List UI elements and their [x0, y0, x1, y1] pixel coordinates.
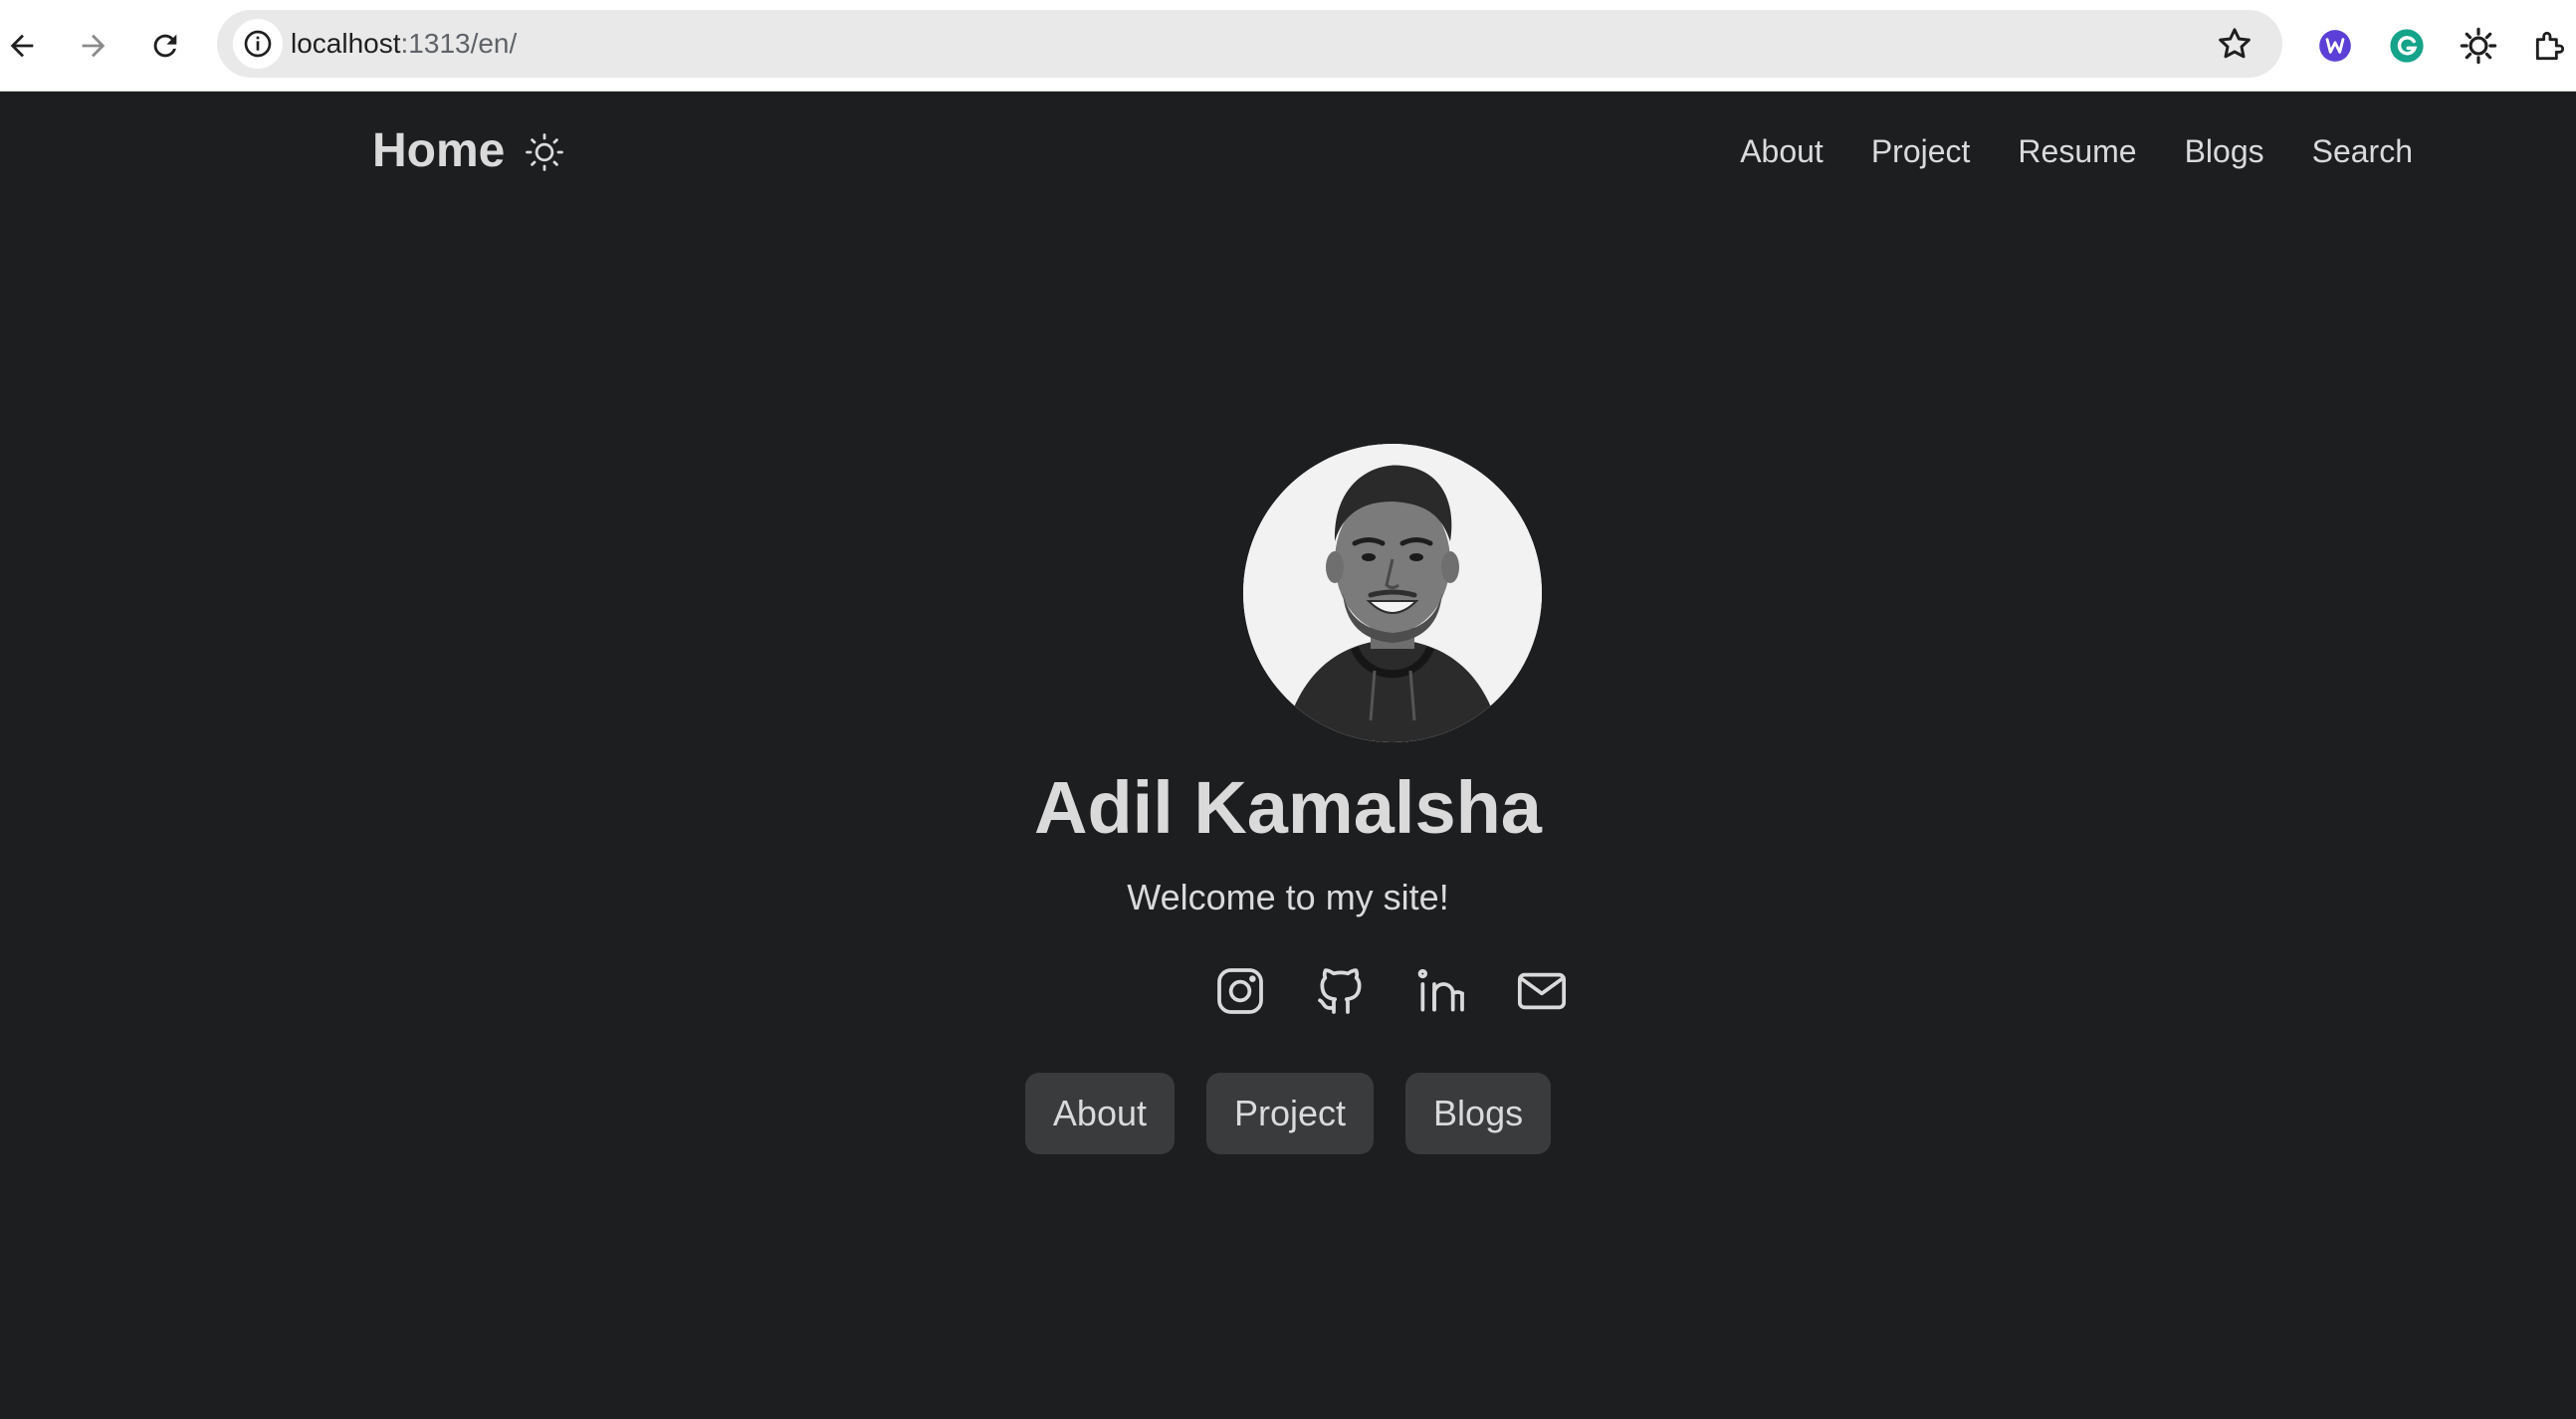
main-menu: About Project Resume Blogs Search	[1692, 121, 2413, 181]
grammarly-icon	[2390, 29, 2424, 63]
menu-item-resume[interactable]: Resume	[2018, 121, 2136, 181]
menu-item-project[interactable]: Project	[1871, 121, 1971, 181]
url-path: :1313/en/	[400, 28, 518, 59]
site-info-icon	[244, 30, 272, 58]
back-arrow-icon	[10, 34, 34, 58]
email-link[interactable]	[1510, 959, 1574, 1023]
project-button[interactable]: Project	[1205, 1073, 1375, 1154]
sun-icon	[526, 133, 563, 171]
about-button[interactable]: About	[1024, 1073, 1175, 1154]
extension-w-button[interactable]	[2311, 22, 2359, 70]
puzzle-icon	[2535, 31, 2565, 61]
extension-w-icon	[2319, 30, 2351, 62]
avatar	[1243, 444, 1542, 742]
site-header: Home About Project Resume Blogs Search	[0, 92, 2576, 215]
home-logo-link[interactable]: Home	[372, 119, 505, 183]
browser-toolbar: localhost:1313/en/	[0, 0, 2576, 92]
menu-item-about[interactable]: About	[1740, 121, 1824, 181]
reload-icon	[153, 34, 177, 58]
bookmark-star-icon	[2219, 28, 2251, 59]
url-text[interactable]: localhost:1313/en/	[291, 10, 517, 78]
email-icon	[1517, 972, 1567, 1010]
url-host: localhost	[291, 28, 401, 59]
profile-buttons: About Project Blogs	[0, 1073, 2576, 1154]
blogs-button[interactable]: Blogs	[1405, 1073, 1552, 1154]
forward-arrow-icon	[82, 34, 106, 58]
github-link[interactable]	[1309, 959, 1373, 1023]
instagram-link[interactable]	[1208, 959, 1272, 1023]
menu-item-search[interactable]: Search	[2312, 121, 2413, 181]
linkedin-link[interactable]	[1409, 959, 1473, 1023]
linkedin-icon	[1417, 968, 1464, 1012]
profile-name: Adil Kamalsha	[1034, 766, 1542, 849]
extensions-button[interactable]	[2526, 22, 2574, 70]
address-bar[interactable]: localhost:1313/en/	[217, 10, 2282, 78]
forward-button[interactable]	[66, 18, 121, 74]
sun-extension-icon	[2460, 27, 2497, 65]
profile-subtitle: Welcome to my site!	[1127, 877, 1449, 917]
menu-item-blogs[interactable]: Blogs	[2185, 121, 2264, 181]
social-links	[1208, 959, 1577, 1029]
theme-toggle-button[interactable]	[524, 131, 565, 173]
site-info-button[interactable]	[233, 19, 283, 69]
profile-photo	[1243, 444, 1542, 742]
back-button[interactable]	[0, 18, 50, 74]
grammarly-button[interactable]	[2383, 22, 2431, 70]
sun-extension-button[interactable]	[2455, 22, 2502, 70]
github-icon	[1318, 968, 1362, 1014]
bookmark-button[interactable]	[2215, 24, 2254, 64]
instagram-icon	[1217, 968, 1263, 1014]
reload-button[interactable]	[137, 18, 193, 74]
